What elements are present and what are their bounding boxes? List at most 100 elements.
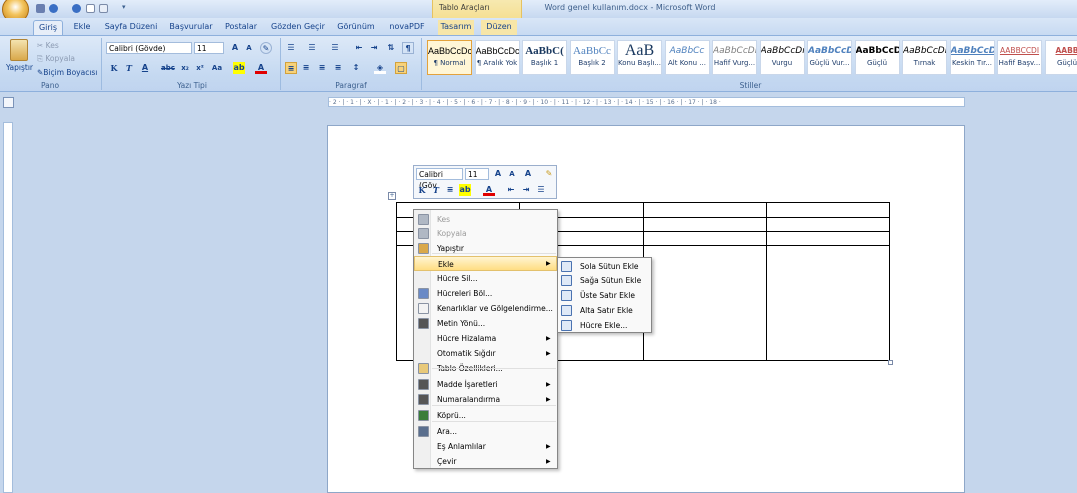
menu-item-16[interactable]: Eş Anlamlılar bbox=[414, 439, 557, 454]
align-center-icon[interactable]: ≡ bbox=[300, 62, 312, 74]
tab-tasarim[interactable]: Tasarım bbox=[438, 20, 474, 35]
customize-qat-icon[interactable]: ▾ bbox=[122, 3, 126, 11]
copy-button[interactable]: ⎘ Kopyala bbox=[37, 52, 75, 65]
mini-decrease-indent-icon[interactable]: ⇤ bbox=[505, 184, 517, 196]
mini-size-combo[interactable]: 11 bbox=[465, 168, 489, 180]
style-12[interactable]: AaBbCcDı Keskin Tır... bbox=[949, 40, 995, 75]
tab-gozden-gecir[interactable]: Gözden Geçir bbox=[270, 20, 326, 35]
tab-novapdf[interactable]: novaPDF bbox=[387, 20, 427, 35]
redo-icon[interactable] bbox=[72, 4, 81, 13]
table-resize-handle[interactable] bbox=[888, 360, 893, 365]
mini-bold-icon[interactable]: K bbox=[416, 184, 428, 196]
borders-icon[interactable]: ▢ bbox=[395, 62, 407, 74]
line-spacing-icon[interactable]: ↕ bbox=[350, 62, 362, 74]
menu-item-4[interactable]: Ekle bbox=[414, 256, 557, 271]
superscript-icon[interactable]: x² bbox=[194, 62, 206, 74]
style-3[interactable]: AaBbC(Başlık 1 bbox=[522, 40, 567, 75]
mini-increase-indent-icon[interactable]: ⇥ bbox=[520, 184, 532, 196]
align-left-icon[interactable]: ≡ bbox=[285, 62, 297, 74]
menu-item-10[interactable]: Otomatik Sığdır bbox=[414, 346, 557, 361]
format-painter-button[interactable]: ✎Biçim Boyacısı bbox=[37, 66, 97, 79]
paste-icon[interactable] bbox=[10, 39, 28, 61]
menu-item-5[interactable]: Hücre Sil... bbox=[414, 271, 557, 286]
multilevel-list-icon[interactable]: ☰ bbox=[329, 42, 341, 54]
grow-font-icon[interactable]: A bbox=[229, 42, 241, 54]
submenu-arrow-icon: ▶ bbox=[546, 335, 551, 342]
italic-icon[interactable]: T bbox=[123, 62, 135, 74]
mini-grow-font-icon[interactable]: A bbox=[492, 168, 504, 180]
style-1[interactable]: AaBbCcDc ¶ Normal bbox=[427, 40, 472, 75]
tab-selector[interactable] bbox=[3, 97, 14, 108]
justify-icon[interactable]: ≡ bbox=[332, 62, 344, 74]
strikethrough-icon[interactable]: abc bbox=[161, 62, 175, 74]
menu-item-8[interactable]: Metin Yönü... bbox=[414, 316, 557, 331]
font-color-icon[interactable]: A bbox=[255, 62, 267, 74]
horizontal-ruler[interactable]: · 2 · | · 1 · | · X · | · 1 · | · 2 · | … bbox=[328, 97, 965, 107]
style-5[interactable]: AaB Konu Başlı... bbox=[617, 40, 662, 75]
style-10[interactable]: AaBbCcDı Güçlü bbox=[854, 40, 900, 75]
table-border bbox=[396, 202, 397, 361]
subscript-icon[interactable]: x₂ bbox=[179, 62, 191, 74]
cut-button[interactable]: ✂ Kes bbox=[37, 39, 59, 52]
mini-highlight-icon[interactable]: ab bbox=[459, 184, 471, 196]
show-formatting-icon[interactable]: ¶ bbox=[402, 42, 414, 54]
menu-item-2[interactable]: Kopyala bbox=[414, 226, 557, 241]
style-8[interactable]: AaBbCcDı Vurgu bbox=[759, 40, 805, 75]
style-14[interactable]: AABB Güçlü bbox=[1044, 40, 1077, 75]
tab-giris[interactable]: Giriş bbox=[33, 20, 63, 35]
shrink-font-icon[interactable]: A bbox=[243, 42, 255, 54]
menu-item-6[interactable]: Hücreleri Böl... bbox=[414, 286, 557, 301]
tab-gorunum[interactable]: Görünüm bbox=[336, 20, 376, 35]
style-6[interactable]: AaBbCc Alt Konu ... bbox=[664, 40, 710, 75]
decrease-indent-icon[interactable]: ⇤ bbox=[353, 42, 365, 54]
new-document-icon[interactable] bbox=[86, 4, 95, 13]
style-4[interactable]: AaBbCc Başlık 2 bbox=[569, 40, 615, 75]
menu-item-12[interactable]: Madde İşaretleri bbox=[414, 377, 557, 392]
tab-ekle[interactable]: Ekle bbox=[70, 20, 94, 35]
style-7[interactable]: AaBbCcDı Hafif Vurg... bbox=[712, 40, 757, 75]
style-sample: AaBbCcDı bbox=[903, 46, 947, 56]
table-border bbox=[889, 202, 890, 361]
tab-postalar[interactable]: Postalar bbox=[223, 20, 259, 35]
tab-sayfa-duzeni[interactable]: Sayfa Düzeni bbox=[103, 20, 159, 35]
mini-italic-icon[interactable]: T bbox=[430, 184, 442, 196]
menu-item-icon bbox=[418, 303, 429, 314]
mini-bullets-icon[interactable]: ☰ bbox=[535, 184, 547, 196]
style-13[interactable]: AABBCCDI Hafif Başv... bbox=[997, 40, 1042, 75]
menu-item-17[interactable]: Çevir bbox=[414, 454, 557, 469]
numbering-icon[interactable]: ☰ bbox=[306, 42, 318, 54]
menu-item-9[interactable]: Hücre Hizalama bbox=[414, 331, 557, 346]
menu-item-7[interactable]: Kenarlıklar ve Gölgelendirme... bbox=[414, 301, 557, 316]
table-move-handle[interactable]: + bbox=[388, 192, 396, 200]
mini-shrink-font-icon[interactable]: A bbox=[506, 168, 518, 180]
undo-icon[interactable] bbox=[49, 4, 58, 13]
style-11[interactable]: AaBbCcDı Tırnak bbox=[902, 40, 947, 75]
mini-styles-icon[interactable]: A bbox=[522, 168, 534, 180]
mini-format-painter-icon[interactable]: ✎ bbox=[543, 168, 555, 180]
style-9[interactable]: AaBbCcDı Güçlü Vur... bbox=[807, 40, 852, 75]
vertical-ruler[interactable] bbox=[3, 122, 13, 493]
mini-font-color-icon[interactable]: A bbox=[483, 184, 495, 196]
style-2[interactable]: AaBbCcDc ¶ Aralık Yok bbox=[474, 40, 520, 75]
bold-icon[interactable]: K bbox=[108, 62, 120, 74]
save-icon[interactable] bbox=[36, 4, 45, 13]
increase-indent-icon[interactable]: ⇥ bbox=[368, 42, 380, 54]
menu-item-1[interactable]: Kes bbox=[414, 212, 557, 227]
align-right-icon[interactable]: ≡ bbox=[316, 62, 328, 74]
mini-center-icon[interactable]: ≡ bbox=[444, 184, 456, 196]
font-size-combo[interactable]: 11 bbox=[194, 42, 224, 54]
underline-icon[interactable]: A bbox=[139, 62, 151, 74]
clear-format-icon[interactable]: ✎ bbox=[260, 42, 272, 54]
change-case-icon[interactable]: Aa bbox=[211, 62, 223, 74]
paste-button[interactable]: Yapıştır bbox=[6, 63, 33, 72]
menu-item-15[interactable]: Ara... bbox=[414, 424, 557, 439]
tab-basvurular[interactable]: Başvurular bbox=[168, 20, 214, 35]
shading-icon[interactable]: ◈ bbox=[374, 62, 386, 74]
print-preview-icon[interactable] bbox=[99, 4, 108, 13]
tab-duzen[interactable]: Düzen bbox=[481, 20, 517, 35]
sort-icon[interactable]: ⇅ bbox=[385, 42, 397, 54]
highlight-icon[interactable]: ab bbox=[233, 62, 245, 74]
mini-font-combo[interactable]: Calibri (Göv bbox=[416, 168, 463, 190]
bullets-icon[interactable]: ☰ bbox=[285, 42, 297, 54]
font-name-combo[interactable]: Calibri (Gövde) bbox=[106, 42, 192, 54]
